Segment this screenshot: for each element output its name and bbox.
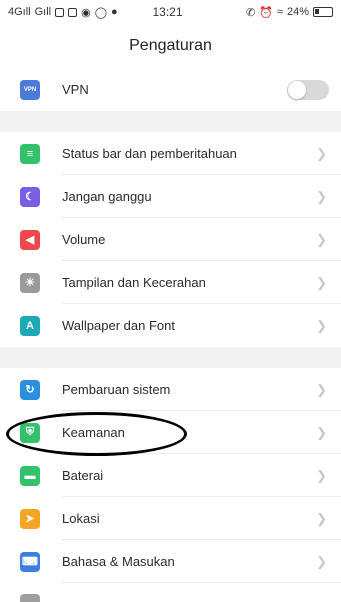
signal-indicator: 4Gıll — [8, 6, 31, 18]
shield-icon: ⛨ — [20, 422, 40, 443]
settings-item-label: VPN — [62, 82, 89, 97]
whatsapp-icon: ◯ — [94, 6, 108, 19]
settings-item-display[interactable]: ☀ Tampilan dan Kecerahan ❯ — [0, 261, 341, 304]
settings-item-label: Wallpaper dan Font — [62, 318, 175, 333]
vpn-icon: VPN — [20, 79, 40, 100]
location-icon: ➤ — [20, 508, 40, 529]
font-icon: A — [20, 315, 40, 336]
section-divider — [0, 111, 341, 132]
vpn-toggle[interactable] — [287, 79, 329, 100]
settings-list: VPN VPN ≡ Status bar dan pemberitahuan ❯… — [0, 68, 341, 583]
settings-item-label: Status bar dan pemberitahuan — [62, 146, 237, 161]
sun-icon: ☀ — [20, 272, 40, 293]
settings-item-volume[interactable]: ◀ Volume ❯ — [0, 218, 341, 261]
alarm-icon: ⏰ — [259, 6, 273, 19]
chevron-right-icon: ❯ — [316, 188, 327, 204]
wifi-icon: ≈ — [276, 6, 283, 18]
chat-icon: ◉ — [81, 6, 91, 19]
settings-item-system-update[interactable]: ↻ Pembaruan sistem ❯ — [0, 368, 341, 411]
chevron-right-icon: ❯ — [316, 467, 327, 483]
mail-icon — [68, 7, 78, 17]
settings-item-battery[interactable]: ▬ Baterai ❯ — [0, 454, 341, 497]
settings-item-label: Keamanan — [62, 425, 125, 440]
page-title: Pengaturan — [0, 24, 341, 68]
settings-item-security[interactable]: ⛨ Keamanan ❯ — [0, 411, 341, 454]
settings-item-status-bar[interactable]: ≡ Status bar dan pemberitahuan ❯ — [0, 132, 341, 175]
call-icon: ✆ — [246, 6, 256, 19]
signal-indicator-2: Gıll — [34, 6, 52, 18]
moon-icon: ☾ — [20, 186, 40, 207]
settings-item-wallpaper[interactable]: A Wallpaper dan Font ❯ — [0, 304, 341, 347]
settings-item-vpn[interactable]: VPN VPN — [0, 68, 341, 111]
chevron-right-icon: ❯ — [316, 553, 327, 569]
battery-percent: 24% — [286, 6, 309, 18]
settings-item-language[interactable]: ⌨ Bahasa & Masukan ❯ — [0, 540, 341, 583]
battery-icon: ▬ — [20, 465, 40, 486]
keyboard-icon: ⌨ — [20, 551, 40, 572]
settings-item-location[interactable]: ➤ Lokasi ❯ — [0, 497, 341, 540]
chevron-right-icon: ❯ — [316, 274, 327, 290]
settings-item-label: Lokasi — [62, 511, 100, 526]
clock: 13:21 — [152, 5, 183, 19]
partial-next-item-icon — [20, 594, 40, 602]
battery-icon — [313, 7, 333, 17]
settings-item-label: Jangan ganggu — [62, 189, 152, 204]
dot-icon: ● — [111, 6, 118, 18]
image-icon — [55, 7, 65, 17]
chevron-right-icon: ❯ — [316, 145, 327, 161]
update-icon: ↻ — [20, 379, 40, 400]
settings-item-label: Tampilan dan Kecerahan — [62, 275, 206, 290]
settings-item-do-not-disturb[interactable]: ☾ Jangan ganggu ❯ — [0, 175, 341, 218]
settings-item-label: Bahasa & Masukan — [62, 554, 175, 569]
speaker-icon: ◀ — [20, 229, 40, 250]
settings-item-label: Baterai — [62, 468, 104, 483]
chevron-right-icon: ❯ — [316, 231, 327, 247]
chevron-right-icon: ❯ — [316, 381, 327, 397]
status-bar: 4Gıll Gıll ◉ ◯ ● 13:21 ✆ ⏰ ≈ 24% — [0, 0, 341, 24]
settings-item-label: Pembaruan sistem — [62, 382, 171, 397]
chevron-right-icon: ❯ — [316, 317, 327, 333]
settings-item-label: Volume — [62, 232, 106, 247]
section-divider — [0, 347, 341, 368]
notification-icon: ≡ — [20, 143, 40, 164]
toggle-knob — [288, 80, 306, 99]
chevron-right-icon: ❯ — [316, 424, 327, 440]
chevron-right-icon: ❯ — [316, 510, 327, 526]
